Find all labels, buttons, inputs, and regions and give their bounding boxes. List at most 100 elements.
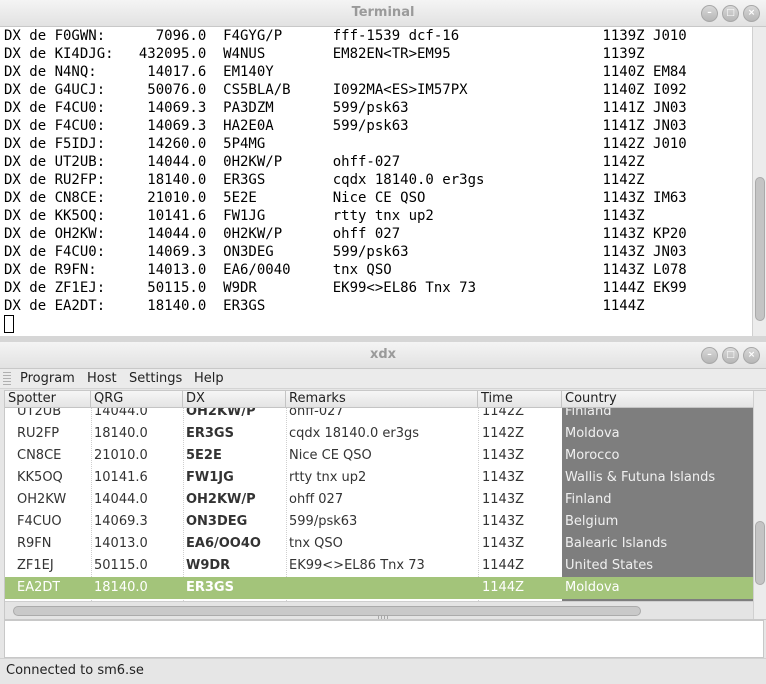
table-row[interactable]: KK5OQ 10141.6 FW1JG rtty tnx up2 1143Z Wallis… [5, 467, 753, 489]
cell-country: Morocco [565, 448, 620, 463]
table-row[interactable]: RU2FP 18140.0 ER3GS cqdx 18140.0 er3gs 1142Z… [5, 423, 753, 445]
cell-spotter: UT2UB [17, 408, 62, 419]
table-row[interactable]: R9FN 14013.0 EA6/OO4O tnx QSO 1143Z Balearic … [5, 533, 753, 555]
cell-country: Wallis & Futuna Islands [565, 470, 716, 485]
menubar-grip-icon[interactable] [3, 372, 11, 386]
terminal-line: DX de F4CU0: 14069.3 ON3DEG 599/psk63 11… [4, 244, 687, 260]
terminal-line: DX de KI4DJG: 432095.0 W4NUS EM82EN<TR>E… [4, 46, 645, 62]
terminal-title: Terminal [351, 5, 415, 20]
menu-program[interactable]: Program [20, 371, 75, 386]
table-row[interactable]: UT2UB 14044.0 OH2KW/P ohff-027 1142Z Finland [5, 408, 753, 423]
menu-help[interactable]: Help [194, 371, 224, 386]
cell-spotter: CN8CE [17, 448, 62, 463]
cell-qrg: 18140.0 [94, 580, 148, 595]
terminal-output[interactable]: DX de F0GWN: 7096.0 F4GYG/P fff-1539 dcf… [0, 27, 752, 336]
terminal-minimize-icon[interactable]: – [701, 5, 718, 22]
terminal-line: DX de CN8CE: 21010.0 5E2E Nice CE QSO 11… [4, 190, 687, 206]
cell-qrg: 21010.0 [94, 448, 148, 463]
cell-qrg: 18140.0 [94, 426, 148, 441]
cell-country: United States [565, 558, 654, 573]
cell-time: 1144Z [482, 558, 524, 573]
cell-qrg: 10141.6 [94, 470, 148, 485]
cell-time: 1142Z [482, 408, 524, 419]
cell-dx: W9DR [186, 558, 231, 573]
terminal-line: DX de OH2KW: 14044.0 0H2KW/P ohff 027 11… [4, 226, 687, 242]
cell-qrg: 50115.0 [94, 558, 148, 573]
table-row[interactable]: CN8CE 21010.0 5E2E Nice CE QSO 1143Z Morocco [5, 445, 753, 467]
spots-table[interactable]: Spotter QRG DX Remarks Time Country UT2U… [4, 390, 766, 620]
cell-dx: 5E2E [186, 448, 222, 463]
cell-remarks: Nice CE QSO [289, 448, 372, 463]
cell-time: 1143Z [482, 492, 524, 507]
splitter-grip-icon[interactable] [378, 615, 390, 619]
cell-spotter: OH2KW [17, 492, 67, 507]
terminal-maximize-icon[interactable]: □ [722, 5, 739, 22]
terminal-window: Terminal – □ × DX de F0GWN: 7096.0 F4GYG… [0, 0, 766, 340]
table-row[interactable]: ZF1EJ 50115.0 W9DR EK99<>EL86 Tnx 73 1144Z Un… [5, 555, 753, 577]
terminal-line: DX de F0GWN: 7096.0 F4GYG/P fff-1539 dcf… [4, 28, 687, 44]
cell-time: 1143Z [482, 470, 524, 485]
cell-spotter: KK5OQ [17, 470, 63, 485]
terminal-line: DX de RU2FP: 18140.0 ER3GS cqdx 18140.0 … [4, 172, 645, 188]
cell-spotter: ZF1EJ [17, 558, 54, 573]
xdx-maximize-icon[interactable]: □ [722, 347, 739, 364]
terminal-cursor [4, 315, 14, 333]
cell-country: Belgium [565, 514, 619, 529]
table-row[interactable]: F4CUO 14069.3 ON3DEG 599/psk63 1143Z Belgium [5, 511, 753, 533]
terminal-titlebar[interactable]: Terminal – □ × [0, 0, 766, 27]
cell-country: Finland [565, 492, 612, 507]
cell-dx: EA6/OO4O [186, 536, 261, 551]
cell-qrg: 14069.3 [94, 514, 148, 529]
cell-time: 1143Z [482, 448, 524, 463]
table-row[interactable]: EA2DT 18140.0 ER3GS 1144Z Moldova [5, 577, 753, 599]
cell-time: 1143Z [482, 514, 524, 529]
terminal-line: DX de F4CU0: 14069.3 PA3DZM 599/psk63 11… [4, 100, 687, 116]
terminal-scrollbar-thumb[interactable] [755, 177, 765, 321]
table-row[interactable]: OH2KW 14044.0 OH2KW/P ohff 027 1143Z Finland [5, 489, 753, 511]
cell-time: 1144Z [482, 580, 524, 595]
cell-dx: OH2KW/P [186, 492, 256, 507]
column-header-country[interactable]: Country [562, 391, 753, 408]
terminal-line: DX de R9FN: 14013.0 EA6/0040 tnx QSO 114… [4, 262, 687, 278]
terminal-line: DX de N4NQ: 14017.6 EM140Y 1140Z EM84 [4, 64, 687, 80]
command-area[interactable] [4, 620, 764, 658]
menu-settings[interactable]: Settings [129, 371, 182, 386]
vertical-scrollbar-thumb[interactable] [755, 521, 765, 585]
column-header-time[interactable]: Time [478, 391, 562, 408]
terminal-close-icon[interactable]: × [743, 5, 760, 22]
cell-country: Balearic Islands [565, 536, 668, 551]
terminal-line: DX de EA2DT: 18140.0 ER3GS 1144Z [4, 298, 645, 314]
statusbar: Connected to sm6.se [0, 658, 766, 684]
table-body: UT2UB 14044.0 OH2KW/P ohff-027 1142Z Finland R… [5, 408, 753, 601]
column-header-remarks[interactable]: Remarks [286, 391, 478, 408]
menu-host[interactable]: Host [87, 371, 117, 386]
terminal-line: DX de UT2UB: 14044.0 0H2KW/P ohff-027 11… [4, 154, 645, 170]
cell-dx: ER3GS [186, 580, 234, 595]
menubar: Program Host Settings Help [0, 369, 766, 389]
terminal-line: DX de KK5OQ: 10141.6 FW1JG rtty tnx up2 … [4, 208, 645, 224]
table-vertical-scrollbar[interactable] [753, 391, 766, 619]
terminal-scrollbar[interactable] [752, 27, 766, 336]
xdx-title: xdx [369, 347, 397, 362]
terminal-line: DX de G4UCJ: 50076.0 CS5BLA/B I092MA<ES>… [4, 82, 687, 98]
column-header-dx[interactable]: DX [183, 391, 286, 408]
cell-time: 1142Z [482, 426, 524, 441]
cell-time: 1143Z [482, 536, 524, 551]
cell-spotter: R9FN [17, 536, 52, 551]
cell-remarks: 599/psk63 [289, 514, 358, 529]
column-header-qrg[interactable]: QRG [91, 391, 183, 408]
cell-country: Finland [565, 408, 612, 419]
cell-dx: OH2KW/P [186, 408, 256, 419]
xdx-titlebar[interactable]: xdx – □ × [0, 342, 766, 369]
cell-spotter: EA2DT [17, 580, 61, 595]
terminal-line: DX de ZF1EJ: 50115.0 W9DR EK99<>EL86 Tnx… [4, 280, 687, 296]
xdx-minimize-icon[interactable]: – [701, 347, 718, 364]
column-header-spotter[interactable]: Spotter [5, 391, 91, 408]
xdx-close-icon[interactable]: × [743, 347, 760, 364]
cell-remarks: ohff 027 [289, 492, 344, 507]
cell-dx: ON3DEG [186, 514, 248, 529]
cell-remarks: cqdx 18140.0 er3gs [289, 426, 420, 441]
cell-dx: FW1JG [186, 470, 234, 485]
terminal-line: DX de F4CU0: 14069.3 HA2E0A 599/psk63 11… [4, 118, 687, 134]
cell-country: Moldova [565, 580, 620, 595]
